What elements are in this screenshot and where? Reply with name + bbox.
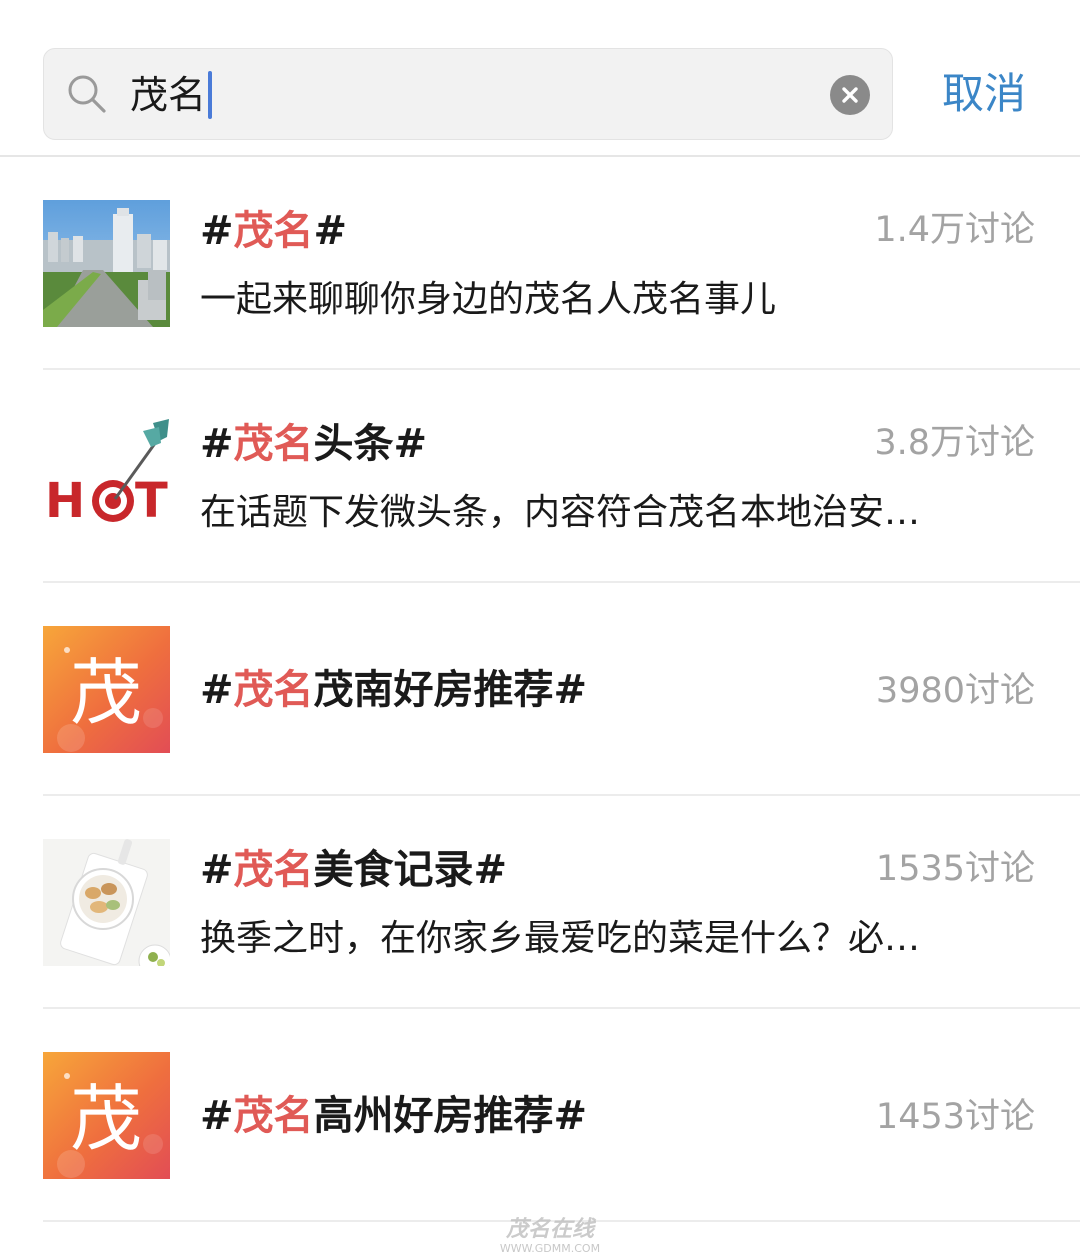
topic-description: 在话题下发微头条，内容符合茂名本地治安…	[200, 492, 921, 533]
discussion-count: 1453讨论	[875, 1097, 1035, 1137]
mao-character-tile: 茂	[43, 626, 170, 753]
topic-hash: #	[200, 847, 234, 893]
topic-title-rest: 茂南好房推荐#	[313, 667, 588, 713]
tile-character: 茂	[70, 651, 142, 735]
topic-hash: #	[200, 667, 234, 713]
topic-title-rest: 头条#	[313, 421, 428, 467]
clear-icon[interactable]	[830, 75, 870, 115]
topic-keyword: 茂名	[233, 1093, 314, 1139]
watermark-url: WWW.GDMM.COM	[499, 1242, 601, 1255]
topic-title-rest: #	[313, 208, 348, 254]
topic-row[interactable]: H T #茂名头条# 3.8万讨论 在话题下发微头条，内容符合茂名本地治安…	[0, 370, 1080, 583]
search-bar: 茂名 取消	[0, 0, 1080, 157]
topic-keyword: 茂名	[233, 847, 314, 893]
topic-hash: #	[200, 208, 234, 254]
topic-keyword: 茂名	[233, 208, 314, 254]
search-input[interactable]: 茂名	[130, 69, 213, 121]
topic-title-rest: 高州好房推荐#	[313, 1093, 588, 1139]
svg-text:H: H	[45, 473, 85, 529]
topic-row[interactable]: #茂名美食记录# 1535讨论 换季之时，在你家乡最爱吃的菜是什么？必…	[0, 796, 1080, 1009]
svg-text:T: T	[135, 473, 168, 529]
food-plate-image	[43, 839, 170, 966]
topic-title: #茂名茂南好房推荐#	[200, 664, 587, 716]
cancel-button[interactable]: 取消	[942, 66, 1026, 122]
topic-row[interactable]: 茂 #茂名高州好房推荐# 1453讨论	[0, 1009, 1080, 1222]
topic-title: #茂名高州好房推荐#	[200, 1090, 587, 1142]
discussion-count: 1535讨论	[875, 849, 1035, 889]
topic-hash: #	[200, 1093, 234, 1139]
search-box[interactable]: 茂名	[43, 48, 893, 140]
city-skyline-image	[43, 200, 170, 327]
topic-keyword: 茂名	[233, 421, 314, 467]
discussion-count: 3.8万讨论	[874, 423, 1035, 463]
topic-title: #茂名头条#	[200, 418, 427, 470]
topic-description: 换季之时，在你家乡最爱吃的菜是什么？必…	[200, 918, 921, 959]
watermark-brand: 茂名在线	[505, 1217, 594, 1242]
mao-character-tile: 茂	[43, 1052, 170, 1179]
topic-title: #茂名#	[200, 205, 347, 257]
topic-keyword: 茂名	[233, 667, 314, 713]
topic-row[interactable]: #茂名# 1.4万讨论 一起来聊聊你身边的茂名人茂名事儿	[0, 157, 1080, 370]
topic-title: #茂名美食记录#	[200, 844, 507, 896]
text-caret	[208, 71, 213, 119]
topic-row[interactable]: 茂 #茂名茂南好房推荐# 3980讨论	[0, 583, 1080, 796]
watermark: 茂名在线 WWW.GDMM.COM	[450, 1217, 650, 1257]
search-query: 茂名	[130, 73, 207, 117]
search-icon	[66, 73, 108, 115]
discussion-count: 3980讨论	[875, 671, 1035, 711]
discussion-count: 1.4万讨论	[874, 210, 1035, 250]
topic-description: 一起来聊聊你身边的茂名人茂名事儿	[200, 279, 777, 320]
hot-target-image: H T	[43, 413, 170, 540]
tile-character: 茂	[70, 1077, 142, 1161]
topic-title-rest: 美食记录#	[313, 847, 508, 893]
topic-hash: #	[200, 421, 234, 467]
topic-results-list: #茂名# 1.4万讨论 一起来聊聊你身边的茂名人茂名事儿 H T #茂名头条# …	[0, 157, 1080, 1222]
